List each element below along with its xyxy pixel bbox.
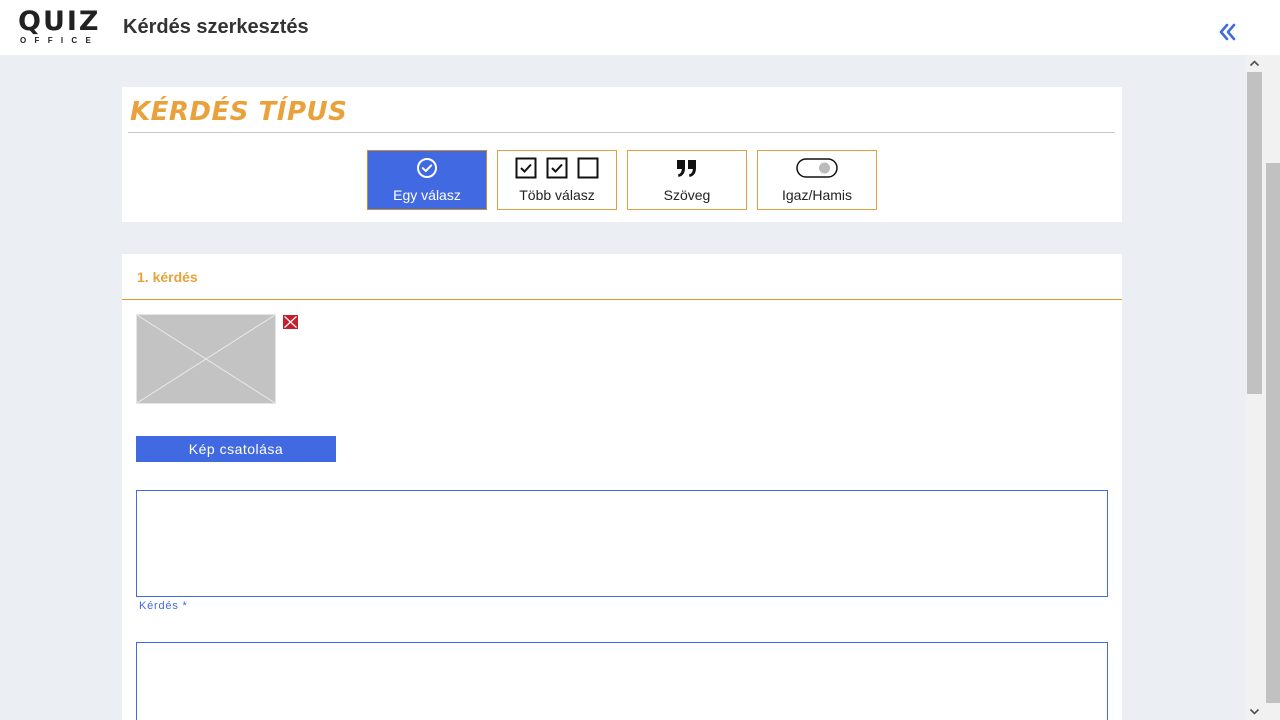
- type-multiple-answer-label: Több válasz: [519, 187, 595, 203]
- question-divider: [122, 299, 1122, 300]
- logo-text: QUIZ: [18, 6, 101, 37]
- scroll-up-arrow-icon[interactable]: [1246, 55, 1263, 72]
- type-text-button[interactable]: Szöveg: [627, 150, 747, 210]
- type-true-false-label: Igaz/Hamis: [781, 187, 853, 203]
- question-number-title: 1. kérdés: [137, 269, 198, 285]
- answer-textarea[interactable]: [136, 642, 1108, 720]
- type-multiple-answer-button[interactable]: Több válasz: [497, 150, 617, 210]
- page-scrollbar[interactable]: [1246, 55, 1263, 720]
- type-single-answer-label: Egy válasz: [393, 187, 461, 203]
- outer-scrollbar-thumb[interactable]: [1266, 163, 1280, 703]
- checkboxes-icon: [498, 157, 616, 179]
- scrollbar-thumb[interactable]: [1247, 72, 1262, 394]
- logo-subtext: OFFICE: [20, 36, 100, 45]
- collapse-icon[interactable]: [1214, 19, 1240, 45]
- page-title: Kérdés szerkesztés: [123, 16, 309, 38]
- image-placeholder: [136, 314, 276, 404]
- type-text-label: Szöveg: [663, 187, 711, 203]
- question-type-card: KÉRDÉS TÍPUS Egy válasz Több válasz Szöv…: [122, 87, 1122, 222]
- scroll-down-arrow-icon[interactable]: [1246, 703, 1263, 720]
- attach-image-button[interactable]: Kép csatolása: [136, 436, 336, 462]
- question-field-label: Kérdés *: [139, 600, 188, 612]
- type-single-answer-button[interactable]: Egy válasz: [367, 150, 487, 210]
- question-type-heading: KÉRDÉS TÍPUS: [130, 97, 348, 127]
- type-true-false-button[interactable]: Igaz/Hamis: [757, 150, 877, 210]
- quiz-office-logo[interactable]: QUIZ OFFICE: [18, 8, 100, 46]
- question-card: 1. kérdés Kép csatolása Kérdés *: [122, 254, 1122, 720]
- question-textarea[interactable]: [136, 490, 1108, 597]
- heading-divider: [128, 132, 1115, 133]
- check-circle-icon: [368, 157, 486, 179]
- delete-image-icon[interactable]: [283, 315, 298, 329]
- quote-icon: [628, 157, 746, 179]
- toggle-icon: [758, 157, 876, 179]
- top-header: QUIZ OFFICE Kérdés szerkesztés: [0, 0, 1280, 55]
